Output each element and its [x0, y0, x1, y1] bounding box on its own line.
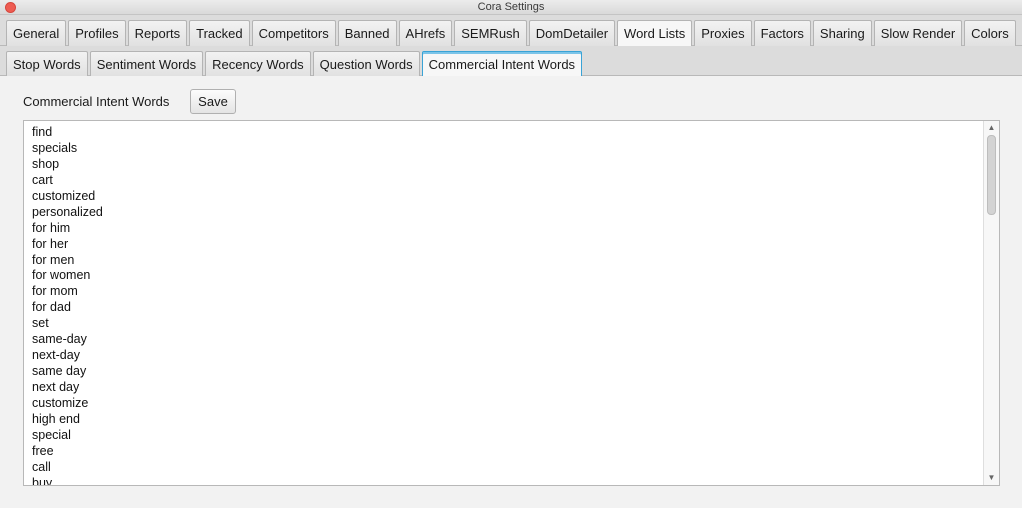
tab-ahrefs[interactable]: AHrefs — [398, 20, 453, 46]
close-window-button[interactable] — [5, 2, 16, 13]
word-line: for women — [32, 268, 91, 283]
tab-factors[interactable]: Factors — [753, 20, 811, 46]
tab-banned[interactable]: Banned — [337, 20, 397, 46]
word-line: for her — [32, 236, 69, 251]
word-line: set — [32, 316, 49, 331]
word-list: find specials shop cart customized personaliz… — [32, 124, 103, 486]
tab-sharing[interactable]: Sharing — [812, 20, 872, 46]
word-line: free — [32, 443, 54, 458]
window-titlebar: Cora Settings — [0, 0, 1022, 15]
word-line: special — [32, 427, 71, 442]
word-line: high end — [32, 411, 80, 426]
word-line: customize — [32, 395, 89, 410]
tab-general[interactable]: General — [6, 20, 67, 46]
subtab-stop-words[interactable]: Stop Words — [6, 51, 88, 76]
tab-tracked[interactable]: Tracked — [189, 20, 250, 46]
tab-colors[interactable]: Colors — [964, 20, 1016, 46]
vertical-scrollbar[interactable]: ▲ ▼ — [983, 121, 999, 485]
tab-domdetailer[interactable]: DomDetailer — [528, 20, 616, 46]
tab-reports[interactable]: Reports — [127, 20, 188, 46]
word-line: same day — [32, 364, 87, 379]
word-line: customized — [32, 188, 96, 203]
subtab-sentiment-words[interactable]: Sentiment Words — [89, 51, 204, 76]
tab-semrush[interactable]: SEMRush — [454, 20, 527, 46]
word-line: next-day — [32, 348, 80, 363]
word-line: for him — [32, 220, 71, 235]
window-title: Cora Settings — [477, 1, 545, 13]
word-line: call — [32, 459, 51, 474]
word-line: same-day — [32, 332, 87, 347]
word-line: find — [32, 125, 53, 139]
word-line: for mom — [32, 284, 78, 299]
word-line: next day — [32, 380, 80, 394]
panel-label: Commercial Intent Words — [23, 94, 170, 109]
save-button[interactable]: Save — [190, 89, 236, 114]
tab-slow-render[interactable]: Slow Render — [873, 20, 963, 46]
word-line: buy — [32, 475, 53, 486]
subtab-question-words[interactable]: Question Words — [312, 51, 420, 76]
word-line: for men — [32, 252, 75, 267]
scroll-down-icon[interactable]: ▼ — [984, 472, 999, 484]
subtab-commercial-intent-words[interactable]: Commercial Intent Words — [421, 51, 583, 76]
scroll-thumb[interactable] — [987, 135, 996, 215]
word-line: cart — [32, 172, 53, 187]
tab-word-lists[interactable]: Word Lists — [617, 20, 693, 46]
word-line: shop — [32, 156, 60, 171]
subtab-recency-words[interactable]: Recency Words — [205, 51, 311, 76]
word-list-textarea[interactable]: find specials shop cart customized personaliz… — [23, 120, 1000, 486]
word-line: specials — [32, 140, 78, 155]
tab-profiles[interactable]: Profiles — [68, 20, 126, 46]
tab-competitors[interactable]: Competitors — [251, 20, 336, 46]
main-tab-bar: General Profiles Reports Tracked Competi… — [0, 15, 1022, 46]
word-line: personalized — [32, 204, 103, 219]
commercial-intent-panel: Commercial Intent Words Save find special… — [0, 76, 1022, 508]
scroll-up-icon[interactable]: ▲ — [984, 122, 999, 134]
word-lists-tab-bar: Stop Words Sentiment Words Recency Words… — [0, 46, 1022, 76]
word-line: for dad — [32, 300, 71, 315]
tab-proxies[interactable]: Proxies — [694, 20, 752, 46]
